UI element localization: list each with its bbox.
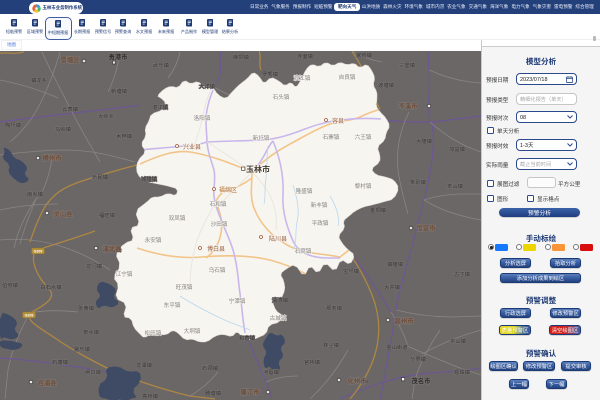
svg-text:龙潭镇: 龙潭镇 bbox=[136, 361, 153, 369]
svg-text:雅塘镇: 雅塘镇 bbox=[205, 389, 222, 397]
svg-text:闸口镇: 闸口镇 bbox=[85, 368, 102, 376]
svg-text:廉江市: 廉江市 bbox=[241, 387, 261, 396]
svg-text:石寨镇: 石寨镇 bbox=[323, 133, 340, 141]
svg-text:清湾镇: 清湾镇 bbox=[272, 296, 289, 304]
svg-text:石窝镇: 石窝镇 bbox=[295, 247, 312, 255]
svg-text:覃塘区: 覃塘区 bbox=[61, 55, 81, 64]
svg-text:河唇镇: 河唇镇 bbox=[263, 368, 280, 376]
svg-text:南乡镇: 南乡镇 bbox=[27, 190, 44, 198]
svg-text:平政镇: 平政镇 bbox=[312, 219, 329, 227]
svg-text:大隆镇: 大隆镇 bbox=[416, 137, 433, 145]
svg-text:那务镇: 那务镇 bbox=[326, 304, 343, 312]
svg-text:贵港市: 贵港市 bbox=[109, 52, 129, 61]
svg-text:大垌镇: 大垌镇 bbox=[184, 327, 201, 335]
svg-text:马岭镇: 马岭镇 bbox=[55, 125, 72, 133]
svg-text:加益镇: 加益镇 bbox=[449, 145, 466, 153]
svg-text:双凤镇: 双凤镇 bbox=[169, 214, 186, 222]
svg-text:信宜市: 信宜市 bbox=[417, 223, 437, 232]
svg-text:东平镇: 东平镇 bbox=[164, 301, 181, 309]
svg-text:石和镇: 石和镇 bbox=[210, 200, 227, 208]
svg-text:石颈镇: 石颈镇 bbox=[202, 364, 219, 372]
svg-text:横州市: 横州市 bbox=[43, 153, 63, 162]
svg-text:乌石镇: 乌石镇 bbox=[209, 266, 226, 274]
svg-text:江宁镇: 江宁镇 bbox=[116, 270, 133, 278]
svg-text:平山镇: 平山镇 bbox=[450, 337, 467, 345]
svg-text:化州市: 化州市 bbox=[348, 376, 368, 385]
svg-text:常乐镇: 常乐镇 bbox=[74, 345, 91, 353]
svg-text:永安镇: 永安镇 bbox=[145, 236, 162, 244]
svg-text:G209: G209 bbox=[25, 314, 34, 319]
svg-text:岑溪市: 岑溪市 bbox=[399, 101, 419, 110]
svg-text:寺面镇: 寺面镇 bbox=[297, 52, 314, 60]
svg-text:旺茂镇: 旺茂镇 bbox=[176, 283, 193, 291]
svg-text:容县: 容县 bbox=[332, 116, 344, 125]
svg-text:玉林市: 玉林市 bbox=[246, 164, 270, 175]
svg-text:镇龙乡: 镇龙乡 bbox=[31, 76, 47, 84]
svg-text:城隍镇: 城隍镇 bbox=[141, 175, 158, 183]
svg-text:泉水镇: 泉水镇 bbox=[83, 328, 100, 336]
svg-text:朱砂镇: 朱砂镇 bbox=[410, 178, 427, 186]
svg-text:高州市: 高州市 bbox=[395, 316, 415, 325]
svg-text:古城镇: 古城镇 bbox=[270, 314, 287, 322]
svg-text:木梓镇: 木梓镇 bbox=[116, 132, 133, 140]
svg-text:白石水镇: 白石水镇 bbox=[40, 283, 62, 291]
svg-text:和寮镇: 和寮镇 bbox=[239, 334, 256, 342]
svg-text:灵山县: 灵山县 bbox=[54, 209, 73, 218]
svg-text:麻垌镇: 麻垌镇 bbox=[233, 53, 250, 61]
svg-text:武乐镇: 武乐镇 bbox=[153, 61, 170, 69]
svg-text:洛阳镇: 洛阳镇 bbox=[194, 114, 211, 122]
svg-text:石头镇: 石头镇 bbox=[273, 93, 290, 101]
svg-text:罗秀镇: 罗秀镇 bbox=[262, 70, 279, 78]
svg-text:乐民镇: 乐民镇 bbox=[92, 173, 109, 181]
svg-text:大洋镇: 大洋镇 bbox=[199, 82, 216, 90]
svg-text:松旺镇: 松旺镇 bbox=[145, 329, 162, 337]
svg-text:浪江镇: 浪江镇 bbox=[294, 74, 311, 82]
svg-text:沙田镇: 沙田镇 bbox=[211, 220, 228, 228]
svg-text:家桥镇: 家桥镇 bbox=[356, 51, 373, 59]
svg-text:观珠镇: 观珠镇 bbox=[454, 368, 471, 376]
svg-text:G209: G209 bbox=[34, 250, 43, 255]
svg-text:新塘镇: 新塘镇 bbox=[111, 87, 128, 95]
svg-text:自良镇: 自良镇 bbox=[339, 73, 356, 81]
svg-text:金垌镇: 金垌镇 bbox=[370, 206, 387, 214]
svg-text:龙门镇: 龙门镇 bbox=[86, 262, 103, 270]
svg-text:张黄镇: 张黄镇 bbox=[78, 304, 95, 312]
svg-text:宝圩镇: 宝圩镇 bbox=[343, 267, 360, 275]
svg-text:波塘镇: 波塘镇 bbox=[378, 81, 395, 89]
svg-text:古丁镇: 古丁镇 bbox=[454, 270, 471, 278]
svg-text:石康镇: 石康镇 bbox=[52, 358, 69, 366]
svg-text:福绵区: 福绵区 bbox=[219, 185, 237, 194]
svg-text:镇隆镇: 镇隆镇 bbox=[387, 260, 404, 268]
svg-text:陶圩镇: 陶圩镇 bbox=[5, 121, 22, 129]
svg-text:合浦县: 合浦县 bbox=[38, 378, 57, 387]
svg-text:博白县: 博白县 bbox=[207, 244, 225, 253]
svg-text:官桥镇: 官桥镇 bbox=[304, 358, 321, 366]
svg-text:茶山镇: 茶山镇 bbox=[447, 182, 464, 190]
svg-text:伯劳镇: 伯劳镇 bbox=[2, 281, 19, 289]
svg-text:新圩镇: 新圩镇 bbox=[253, 134, 270, 142]
svg-text:茂名市: 茂名市 bbox=[412, 376, 432, 385]
svg-text:亮桥镇: 亮桥镇 bbox=[142, 392, 159, 400]
svg-text:浦北县: 浦北县 bbox=[103, 244, 122, 253]
svg-text:林尘镇: 林尘镇 bbox=[323, 341, 340, 349]
svg-text:三堡镇: 三堡镇 bbox=[399, 61, 416, 69]
svg-text:隆盛镇: 隆盛镇 bbox=[296, 187, 313, 195]
svg-text:福旺镇: 福旺镇 bbox=[99, 211, 116, 219]
svg-text:云表镇: 云表镇 bbox=[62, 105, 79, 113]
svg-text:分界镇: 分界镇 bbox=[410, 355, 427, 363]
svg-text:金山街道: 金山街道 bbox=[386, 343, 408, 351]
svg-text:大井镇: 大井镇 bbox=[384, 283, 401, 291]
svg-text:陆川县: 陆川县 bbox=[269, 234, 287, 243]
svg-text:湛江镇: 湛江镇 bbox=[152, 103, 169, 111]
svg-text:黎村镇: 黎村镇 bbox=[355, 182, 372, 190]
svg-text:宁潭镇: 宁潭镇 bbox=[229, 297, 246, 305]
svg-text:六王镇: 六王镇 bbox=[355, 133, 372, 141]
svg-text:大岭乡: 大岭乡 bbox=[98, 112, 114, 120]
svg-text:兴业县: 兴业县 bbox=[183, 142, 201, 151]
svg-text:新丰镇: 新丰镇 bbox=[311, 201, 328, 209]
